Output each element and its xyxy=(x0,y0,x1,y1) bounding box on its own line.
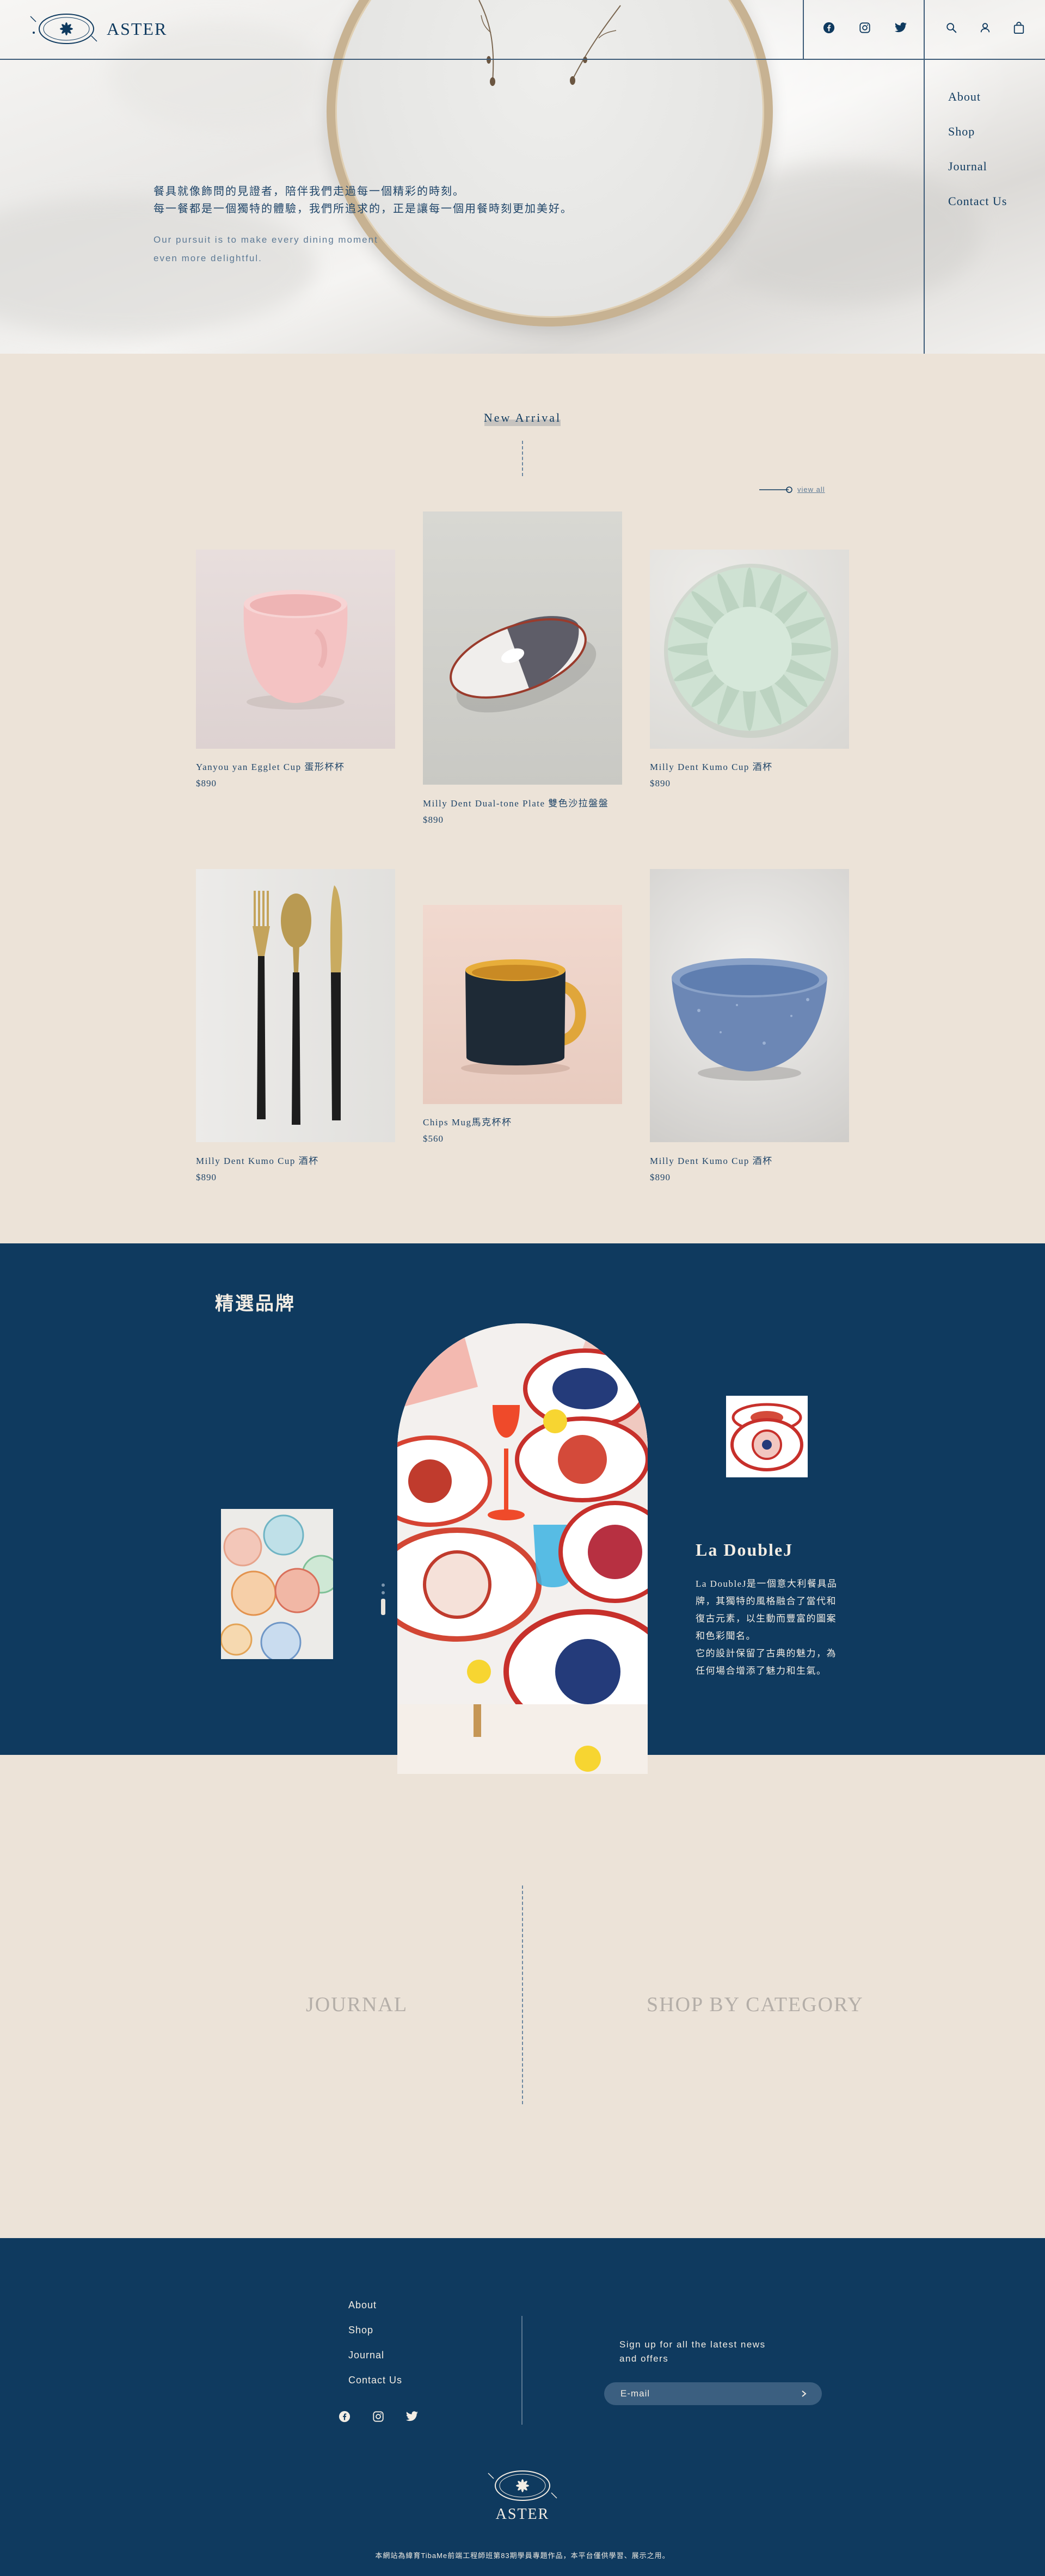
divider xyxy=(924,60,925,354)
aster-flower-emblem-icon xyxy=(30,14,97,44)
bag-icon[interactable] xyxy=(1012,21,1026,35)
footer-journal-link[interactable]: Journal xyxy=(348,2350,402,2361)
footer-logo[interactable]: ASTER xyxy=(487,2468,558,2523)
product-price: $890 xyxy=(650,1172,671,1182)
section-title-new-arrival: New Arrival xyxy=(479,411,566,426)
hero-en-copy: Our pursuit is to make every dining mome… xyxy=(153,231,573,268)
facebook-icon[interactable] xyxy=(822,21,836,35)
footer xyxy=(0,2238,1045,2576)
copyright-text: 本網站為緯育TibaMe前端工程師班第83期學員專題作品，本平台僅供學習、展示之… xyxy=(375,2552,670,2560)
nav-journal-link[interactable]: Journal xyxy=(948,159,1007,174)
hero-zh-line: 餐具就像飾問的見證者，陪伴我們走過每一個精彩的時刻。 xyxy=(153,186,465,198)
product-price: $890 xyxy=(650,778,671,788)
view-all-label: view all xyxy=(797,485,825,494)
product-card[interactable]: Chips Mug馬克杯杯 $560 xyxy=(423,905,622,1150)
slider-dot[interactable] xyxy=(382,1583,385,1587)
header-tools xyxy=(944,21,1026,35)
slider-dot-active[interactable] xyxy=(381,1599,385,1615)
brand-wordmark: ASTER xyxy=(107,19,168,39)
hero-section: ASTER About Shop Journal Contact Us 餐具就像… xyxy=(0,0,1045,354)
slider-dot[interactable] xyxy=(382,1591,385,1594)
facebook-icon[interactable] xyxy=(337,2409,352,2424)
divider xyxy=(803,0,804,60)
journal-link[interactable]: JOURNAL xyxy=(306,1993,408,2017)
instagram-icon[interactable] xyxy=(858,21,872,35)
brand-wordmark: ASTER xyxy=(495,2506,550,2523)
brand-thumbnail-left[interactable] xyxy=(221,1509,333,1659)
nav-shop-link[interactable]: Shop xyxy=(948,125,1007,139)
footer-social-links xyxy=(337,2409,419,2424)
nav-contact-link[interactable]: Contact Us xyxy=(948,194,1007,208)
product-name[interactable]: Milly Dent Kumo Cup 酒杯 xyxy=(196,1153,319,1167)
footer-about-link[interactable]: About xyxy=(348,2300,402,2311)
search-icon[interactable] xyxy=(944,21,958,35)
product-image[interactable] xyxy=(423,511,622,785)
product-name[interactable]: Milly Dent Dual-tone Plate 雙色沙拉盤盤 xyxy=(423,796,608,809)
brand-desc-paragraph: 它的設計保留了古典的魅力，為任何場合增添了魅力和生氣。 xyxy=(696,1648,837,1676)
footer-contact-link[interactable]: Contact Us xyxy=(348,2375,402,2386)
view-all-link[interactable]: view all xyxy=(759,485,825,494)
email-input[interactable] xyxy=(620,2388,784,2399)
product-name[interactable]: Yanyou yan Egglet Cup 蛋形杯杯 xyxy=(196,759,345,773)
section-title-text: New Arrival xyxy=(483,411,562,424)
hero-en-line: even more delightful. xyxy=(153,253,262,263)
newsletter-text: Sign up for all the latest news and offe… xyxy=(619,2338,766,2366)
brand-desc-paragraph: La DoubleJ是一個意大利餐具品牌，其獨特的風格融合了當代和復古元素，以生… xyxy=(696,1579,838,1641)
product-image[interactable] xyxy=(196,869,395,1142)
brand-description: La DoubleJ是一個意大利餐具品牌，其獨特的風格融合了當代和復古元素，以生… xyxy=(696,1575,843,1680)
brand-name: La DoubleJ xyxy=(696,1540,794,1560)
social-links xyxy=(822,21,908,35)
product-image[interactable] xyxy=(423,905,622,1104)
newsletter-form xyxy=(604,2382,822,2405)
newsletter-line: and offers xyxy=(619,2353,669,2364)
divider xyxy=(521,2316,522,2425)
product-name[interactable]: Chips Mug馬克杯杯 xyxy=(423,1114,512,1128)
hero-copy: 餐具就像飾問的見證者，陪伴我們走過每一個精彩的時刻。 每一餐都是一個獨特的體驗，… xyxy=(153,183,573,268)
product-price: $890 xyxy=(196,778,217,788)
brand-feature-image[interactable] xyxy=(397,1323,648,1774)
product-card[interactable]: Milly Dent Kumo Cup 酒杯 $890 xyxy=(196,869,395,1190)
logo[interactable]: ASTER xyxy=(28,11,167,47)
product-card[interactable]: Milly Dent Kumo Cup 酒杯 $890 xyxy=(650,869,849,1190)
product-card[interactable]: Milly Dent Dual-tone Plate 雙色沙拉盤盤 $890 xyxy=(423,511,622,833)
aster-flower-emblem-icon xyxy=(488,2470,557,2501)
section-title-featured-brand: 精選品牌 xyxy=(215,1294,296,1314)
product-name[interactable]: Milly Dent Kumo Cup 酒杯 xyxy=(650,1153,773,1167)
dashed-divider xyxy=(522,1885,523,2104)
slider-indicator[interactable] xyxy=(381,1583,385,1615)
user-icon[interactable] xyxy=(978,21,992,35)
footer-navigation: About Shop Journal Contact Us xyxy=(348,2300,402,2386)
product-image[interactable] xyxy=(650,550,849,749)
hero-en-line: Our pursuit is to make every dining mome… xyxy=(153,235,378,245)
chevron-right-icon[interactable] xyxy=(797,2387,811,2401)
nav-about-link[interactable]: About xyxy=(948,90,1007,104)
twitter-icon[interactable] xyxy=(894,21,908,35)
side-navigation: About Shop Journal Contact Us xyxy=(948,90,1007,208)
product-price: $890 xyxy=(196,1172,217,1182)
twitter-icon[interactable] xyxy=(405,2409,419,2424)
product-price: $560 xyxy=(423,1133,444,1144)
product-image[interactable] xyxy=(196,550,395,749)
brand-thumbnail-right[interactable] xyxy=(726,1396,808,1477)
newsletter-line: Sign up for all the latest news xyxy=(619,2339,766,2350)
product-price: $890 xyxy=(423,815,444,825)
shop-by-category-link[interactable]: SHOP BY CATEGORY xyxy=(647,1993,864,2017)
dashed-divider xyxy=(522,441,523,476)
product-card[interactable]: Milly Dent Kumo Cup 酒杯 $890 xyxy=(650,550,849,794)
footer-shop-link[interactable]: Shop xyxy=(348,2325,402,2336)
instagram-icon[interactable] xyxy=(371,2409,385,2424)
divider xyxy=(924,0,925,60)
top-navigation-bar: ASTER xyxy=(0,0,1045,60)
hero-zh-line: 每一餐都是一個獨特的體驗，我們所追求的，正是讓每一個用餐時刻更加美好。 xyxy=(153,203,573,215)
arrow-right-icon xyxy=(759,486,792,493)
product-card[interactable]: Yanyou yan Egglet Cup 蛋形杯杯 $890 xyxy=(196,550,395,794)
product-image[interactable] xyxy=(650,869,849,1142)
product-name[interactable]: Milly Dent Kumo Cup 酒杯 xyxy=(650,759,773,773)
